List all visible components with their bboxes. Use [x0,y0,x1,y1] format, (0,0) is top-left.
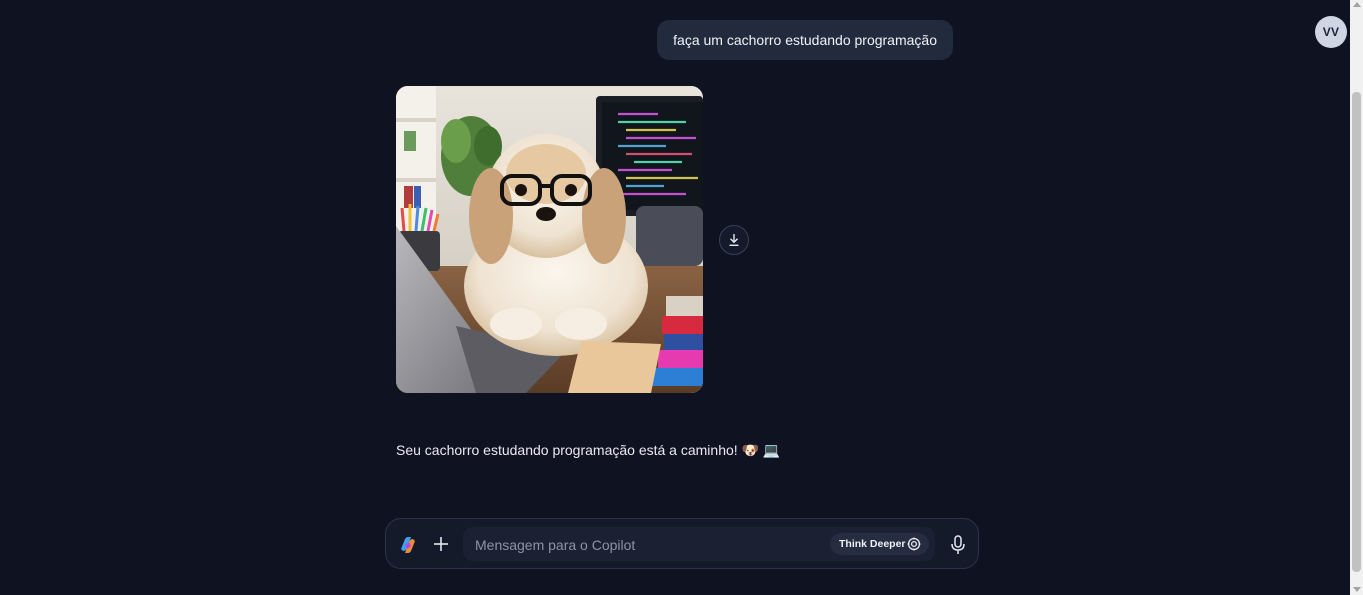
think-deeper-label: Think Deeper [839,538,906,550]
microphone-icon [951,535,965,554]
think-deeper-icon [907,537,921,551]
plus-icon [434,537,448,551]
message-input[interactable] [473,527,817,563]
user-avatar[interactable]: VV [1315,16,1347,48]
generated-image[interactable] [396,86,703,393]
scroll-up-arrow-icon[interactable] [1353,2,1361,7]
assistant-message: Seu cachorro estudando programação está … [396,442,781,458]
message-input-wrapper: Think Deeper [463,527,935,563]
scroll-down-arrow-icon[interactable] [1353,587,1361,592]
copilot-logo-icon[interactable] [398,535,418,555]
dog-programming-illustration [396,86,703,393]
add-attachment-button[interactable] [429,532,453,556]
download-button[interactable] [719,225,749,255]
user-message-bubble: faça um cachorro estudando programação [657,20,953,60]
microphone-button[interactable] [948,533,968,557]
chat-page: VV faça um cachorro estudando programaçã… [0,0,1350,595]
scroll-thumb[interactable] [1352,92,1361,572]
user-message-text: faça um cachorro estudando programação [673,32,937,48]
download-icon [729,234,739,247]
vertical-scrollbar[interactable] [1350,0,1363,595]
think-deeper-button[interactable]: Think Deeper [830,533,929,555]
composer: Think Deeper [385,518,979,569]
